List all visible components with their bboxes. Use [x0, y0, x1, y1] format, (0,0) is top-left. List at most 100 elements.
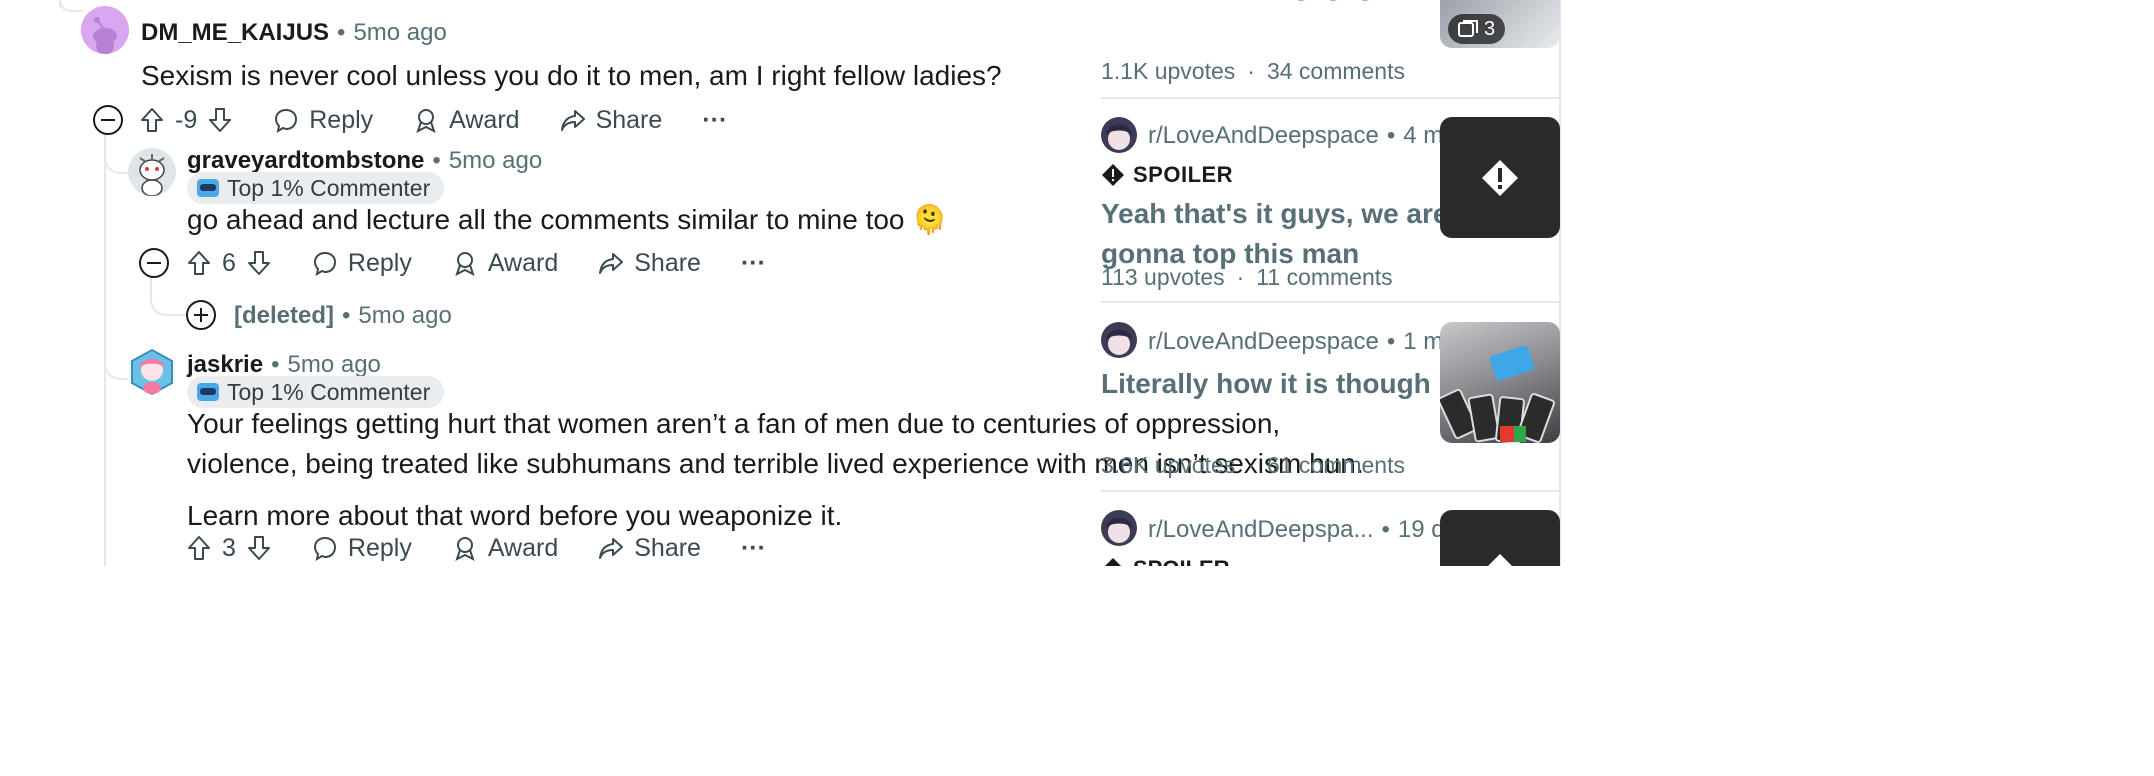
- award-label: Award: [487, 533, 559, 562]
- title-line: Yeah that's it guys, we are never: [1101, 198, 1531, 229]
- subreddit-name[interactable]: r/LoveAndDeepspace: [1148, 328, 1379, 356]
- vote-group: 3: [186, 534, 272, 563]
- spoiler-tag: SPOILER: [1101, 162, 1233, 188]
- comment-header: graveyardtombstone • 5mo ago: [187, 147, 542, 175]
- share-icon: [599, 253, 624, 274]
- minus-icon: [147, 262, 161, 264]
- flair-label: Top 1% Commenter: [227, 174, 431, 201]
- more-icon: ···: [740, 248, 766, 277]
- share-button[interactable]: Share: [598, 249, 701, 278]
- stat-separator: ·: [1236, 264, 1245, 290]
- award-label: Award: [449, 105, 520, 134]
- downvote-icon[interactable]: [246, 535, 272, 561]
- sidebar-post-thumbnail[interactable]: [1440, 322, 1560, 443]
- reply-button[interactable]: Reply: [312, 534, 412, 563]
- comment-count: 11 comments: [1256, 264, 1393, 290]
- more-options-button[interactable]: ···: [741, 534, 766, 563]
- timestamp[interactable]: 5mo ago: [287, 351, 380, 379]
- meta-separator: •: [342, 302, 351, 329]
- subreddit-avatar[interactable]: [1101, 322, 1137, 358]
- upvote-icon[interactable]: [186, 535, 212, 561]
- stat-separator: ·: [1247, 452, 1255, 478]
- sidebar-post-thumbnail-spoiler[interactable]: [1440, 510, 1560, 570]
- username[interactable]: DM_ME_KAIJUS: [141, 19, 329, 47]
- reply-icon: [313, 251, 336, 276]
- downvote-icon[interactable]: [207, 107, 233, 133]
- snoo-avatar-icon: [131, 348, 173, 396]
- reply-icon: [275, 108, 298, 133]
- username[interactable]: jaskrie: [187, 351, 263, 379]
- upvote-count: 1.1K upvotes: [1101, 58, 1236, 84]
- emoji-row-icon: [1297, 0, 1369, 1]
- action-bar: -9 Reply Award Share ···: [139, 98, 767, 142]
- reply-button[interactable]: Reply: [312, 249, 412, 278]
- comment-count: 34 comments: [1266, 58, 1405, 84]
- gallery-count-badge: 3: [1448, 14, 1506, 44]
- subreddit-name[interactable]: r/LoveAndDeepspa...: [1148, 516, 1373, 544]
- award-button[interactable]: Award: [452, 534, 558, 563]
- snoo-avatar-icon: [93, 17, 117, 54]
- meta-separator: •: [1381, 516, 1390, 543]
- upvote-icon[interactable]: [186, 250, 212, 276]
- vote-group: -9: [139, 106, 233, 135]
- comment-count: 61 comments: [1266, 452, 1405, 478]
- timestamp[interactable]: 5mo ago: [449, 147, 542, 175]
- upvote-icon[interactable]: [139, 107, 165, 133]
- subreddit-avatar[interactable]: [1101, 510, 1137, 546]
- award-button[interactable]: Award: [452, 249, 558, 278]
- meta-separator: •: [271, 351, 280, 378]
- award-button[interactable]: Award: [413, 105, 520, 135]
- meta-separator: •: [1386, 328, 1396, 355]
- username[interactable]: graveyardtombstone: [187, 147, 424, 175]
- downvote-icon[interactable]: [246, 250, 272, 276]
- sidebar-post-title[interactable]: Yeah that's it guys, we are never gonna …: [1101, 194, 1531, 274]
- sidebar-post-stats: 113 upvotes · 11 comments: [1101, 264, 1393, 291]
- thread-branch-jaskrie: [104, 340, 128, 380]
- timestamp[interactable]: 5mo ago: [358, 302, 451, 330]
- comment-body: go ahead and lecture all the comments si…: [187, 204, 948, 235]
- avatar-jaskrie[interactable]: [128, 348, 176, 396]
- comment-header: jaskrie • 5mo ago: [187, 351, 381, 379]
- share-button[interactable]: Share: [560, 106, 662, 135]
- avatar-graveyardtombstone[interactable]: [128, 148, 176, 196]
- comment-header: [deleted] • 5mo ago: [234, 302, 452, 330]
- collapse-thread-button[interactable]: [93, 105, 123, 135]
- avatar-dm-me-kaijus[interactable]: [81, 6, 129, 54]
- sidebar-post-stats: 1.1K upvotes · 34 comments: [1101, 58, 1405, 85]
- collapse-thread-button[interactable]: [139, 248, 169, 278]
- reply-button[interactable]: Reply: [273, 106, 373, 135]
- expand-thread-button[interactable]: [186, 300, 216, 330]
- action-bar: 3 Reply Award Share ···: [186, 526, 806, 570]
- flair-label: Top 1% Commenter: [227, 378, 431, 405]
- subreddit-icon: [1106, 517, 1132, 543]
- sidebar-post-thumbnail[interactable]: 3: [1440, 0, 1560, 48]
- award-icon: [455, 537, 475, 561]
- more-options-button[interactable]: ···: [702, 106, 727, 135]
- sidebar-post-thumbnail-spoiler[interactable]: [1440, 117, 1560, 238]
- more-options-button[interactable]: ···: [741, 249, 766, 278]
- page-bottom-fill: [0, 566, 2154, 776]
- timestamp[interactable]: 5mo ago: [353, 19, 446, 47]
- commenter-badge-icon: [197, 179, 219, 197]
- sidebar-divider: [1101, 301, 1561, 303]
- subreddit-icon: [1106, 329, 1132, 355]
- vote-group: 6: [186, 249, 272, 278]
- reply-label: Reply: [347, 248, 412, 277]
- vote-count: 3: [222, 533, 236, 562]
- meta-separator: •: [1386, 122, 1396, 149]
- more-icon: ···: [740, 533, 766, 562]
- thread-line-root-curve: [59, 0, 83, 12]
- reply-icon: [313, 536, 336, 561]
- subreddit-name[interactable]: r/LoveAndDeepspace: [1148, 122, 1379, 150]
- sidebar-post-title[interactable]: Literally how it is though 😭: [1101, 364, 1473, 404]
- vote-count: -9: [175, 105, 198, 134]
- username-deleted: [deleted]: [234, 302, 335, 329]
- meta-separator: •: [432, 147, 441, 174]
- upvote-count: 3.6K upvotes: [1101, 452, 1236, 478]
- share-button[interactable]: Share: [598, 534, 701, 563]
- spoiler-blur-icon: [1482, 159, 1518, 196]
- subreddit-avatar[interactable]: [1101, 117, 1137, 153]
- share-label: Share: [634, 533, 701, 562]
- sidebar-divider: [1101, 490, 1561, 492]
- minus-icon: [101, 119, 115, 121]
